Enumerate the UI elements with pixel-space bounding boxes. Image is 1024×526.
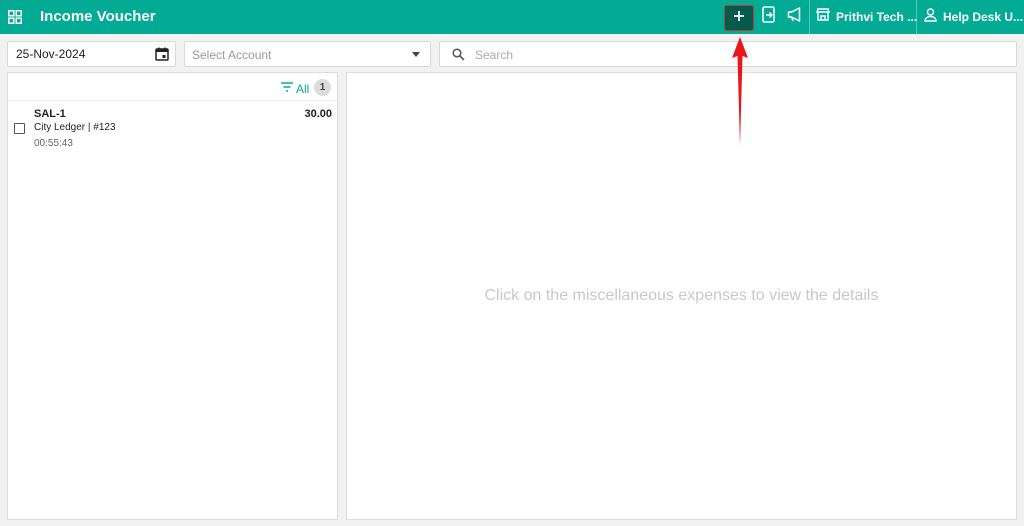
filter-icon [280, 80, 294, 98]
user-icon [924, 7, 937, 27]
mobile-export-button[interactable] [758, 4, 780, 30]
date-value: 25-Nov-2024 [16, 47, 86, 61]
voucher-number: SAL-1 [34, 108, 66, 120]
annotation-arrow-icon [732, 37, 748, 146]
filter-all-button[interactable]: All [280, 80, 309, 98]
search-icon [452, 48, 465, 61]
voucher-ledger: City Ledger | #123 [34, 122, 116, 133]
top-bar: Income Voucher Prithvi Tech ... Help Des… [0, 0, 1024, 34]
list-item[interactable]: SAL-1 30.00 City Ledger | #123 00:55:43 [8, 101, 337, 153]
user-menu[interactable]: Help Desk U... [924, 4, 1023, 30]
announcements-button[interactable] [784, 4, 808, 30]
phone-export-icon [762, 6, 776, 28]
toolbar-divider [916, 0, 917, 34]
date-picker[interactable]: 25-Nov-2024 [7, 41, 176, 67]
megaphone-icon [787, 7, 805, 27]
voucher-time: 00:55:43 [34, 138, 73, 149]
store-selector[interactable]: Prithvi Tech ... [816, 4, 917, 30]
count-badge: 1 [314, 79, 331, 96]
add-voucher-button[interactable] [724, 5, 754, 31]
voucher-amount: 30.00 [304, 108, 332, 120]
voucher-checkbox[interactable] [14, 123, 25, 134]
store-icon [816, 8, 830, 26]
caret-down-icon [412, 52, 420, 57]
empty-state-message: Click on the miscellaneous expenses to v… [484, 287, 879, 304]
page-title: Income Voucher [40, 8, 156, 25]
account-select[interactable]: Select Account [184, 41, 431, 67]
toolbar-divider [809, 0, 810, 34]
detail-panel: Click on the miscellaneous expenses to v… [346, 72, 1017, 520]
filter-bar: 25-Nov-2024 Select Account Search [0, 34, 1024, 72]
list-header: All 1 [8, 73, 337, 101]
filter-label: All [296, 82, 310, 96]
store-label: Prithvi Tech ... [836, 10, 918, 24]
calendar-icon[interactable] [155, 47, 169, 61]
plus-icon [733, 9, 745, 27]
apps-grid-icon[interactable] [8, 10, 22, 24]
user-label: Help Desk U... [943, 10, 1024, 24]
search-placeholder: Search [475, 48, 514, 62]
voucher-list-panel: All 1 SAL-1 30.00 City Ledger | #123 00:… [7, 72, 338, 520]
account-placeholder: Select Account [192, 48, 272, 62]
search-input[interactable]: Search [439, 41, 1017, 67]
